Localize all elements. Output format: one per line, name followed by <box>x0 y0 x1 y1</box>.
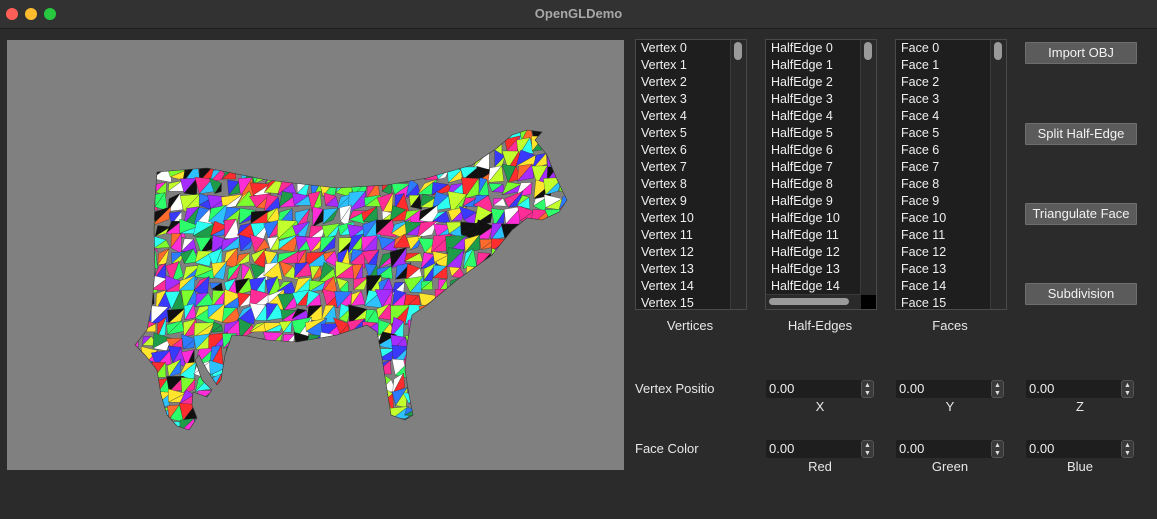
subdivision-button[interactable]: Subdivision <box>1025 283 1137 305</box>
spin-arrows-icon[interactable]: ▲ ▼ <box>861 380 874 398</box>
vertex-x-spinbox[interactable]: 0.00 ▲ ▼ <box>766 380 874 398</box>
split-half-edge-button[interactable]: Split Half-Edge <box>1025 123 1137 145</box>
x-label: X <box>815 399 825 414</box>
vertex-z-value: 0.00 <box>1029 381 1055 396</box>
halfedges-caption: Half-Edges <box>787 318 853 333</box>
y-label: Y <box>945 399 955 414</box>
blue-label: Blue <box>1066 459 1094 474</box>
window-title: OpenGLDemo <box>534 6 623 21</box>
vertex-position-label: Vertex Positio <box>635 381 715 396</box>
vertex-y-value: 0.00 <box>899 381 925 396</box>
vertex-x-value: 0.00 <box>769 381 795 396</box>
face-list[interactable]: Face 0 Face 1 Face 2 Face 3 Face 4 Face 5 Face… <box>895 39 1007 310</box>
spin-arrows-icon[interactable]: ▲ ▼ <box>991 380 1004 398</box>
triangulate-face-button[interactable]: Triangulate Face <box>1025 203 1137 225</box>
vertex-list[interactable]: Vertex 0 Vertex 1 Vertex 2 Vertex 3 Vertex 4… <box>635 39 747 310</box>
face-green-spinbox[interactable]: 0.00 ▲ ▼ <box>896 440 1004 458</box>
spin-arrows-icon[interactable]: ▲ ▼ <box>1121 440 1134 458</box>
halfedge-list-hscrollbar[interactable] <box>766 294 861 309</box>
spin-arrows-icon[interactable]: ▲ ▼ <box>991 440 1004 458</box>
title-bar: OpenGLDemo <box>0 0 1157 29</box>
opengl-viewport[interactable] <box>7 40 624 470</box>
face-red-value: 0.00 <box>769 441 795 456</box>
faces-caption: Faces <box>932 318 968 333</box>
face-list-scrollbar[interactable] <box>990 40 1006 309</box>
halfedge-list-vscrollbar[interactable] <box>860 40 876 295</box>
spin-arrows-icon[interactable]: ▲ ▼ <box>1121 380 1134 398</box>
halfedge-list[interactable]: HalfEdge 0 HalfEdge 1 HalfEdge 2 HalfEdge 3… <box>765 39 877 310</box>
face-blue-spinbox[interactable]: 0.00 ▲ ▼ <box>1026 440 1134 458</box>
green-label: Green <box>931 459 969 474</box>
vertex-z-spinbox[interactable]: 0.00 ▲ ▼ <box>1026 380 1134 398</box>
face-color-label: Face Color <box>635 441 699 456</box>
red-label: Red <box>808 459 832 474</box>
import-obj-button[interactable]: Import OBJ <box>1025 42 1137 64</box>
scroll-corner <box>861 295 876 309</box>
face-red-spinbox[interactable]: 0.00 ▲ ▼ <box>766 440 874 458</box>
z-label: Z <box>1076 399 1084 414</box>
vertex-list-scrollbar[interactable] <box>730 40 746 309</box>
vertex-y-spinbox[interactable]: 0.00 ▲ ▼ <box>896 380 1004 398</box>
face-green-value: 0.00 <box>899 441 925 456</box>
spin-arrows-icon[interactable]: ▲ ▼ <box>861 440 874 458</box>
cow-mesh-icon <box>134 129 568 431</box>
vertices-caption: Vertices <box>666 318 714 333</box>
face-blue-value: 0.00 <box>1029 441 1055 456</box>
